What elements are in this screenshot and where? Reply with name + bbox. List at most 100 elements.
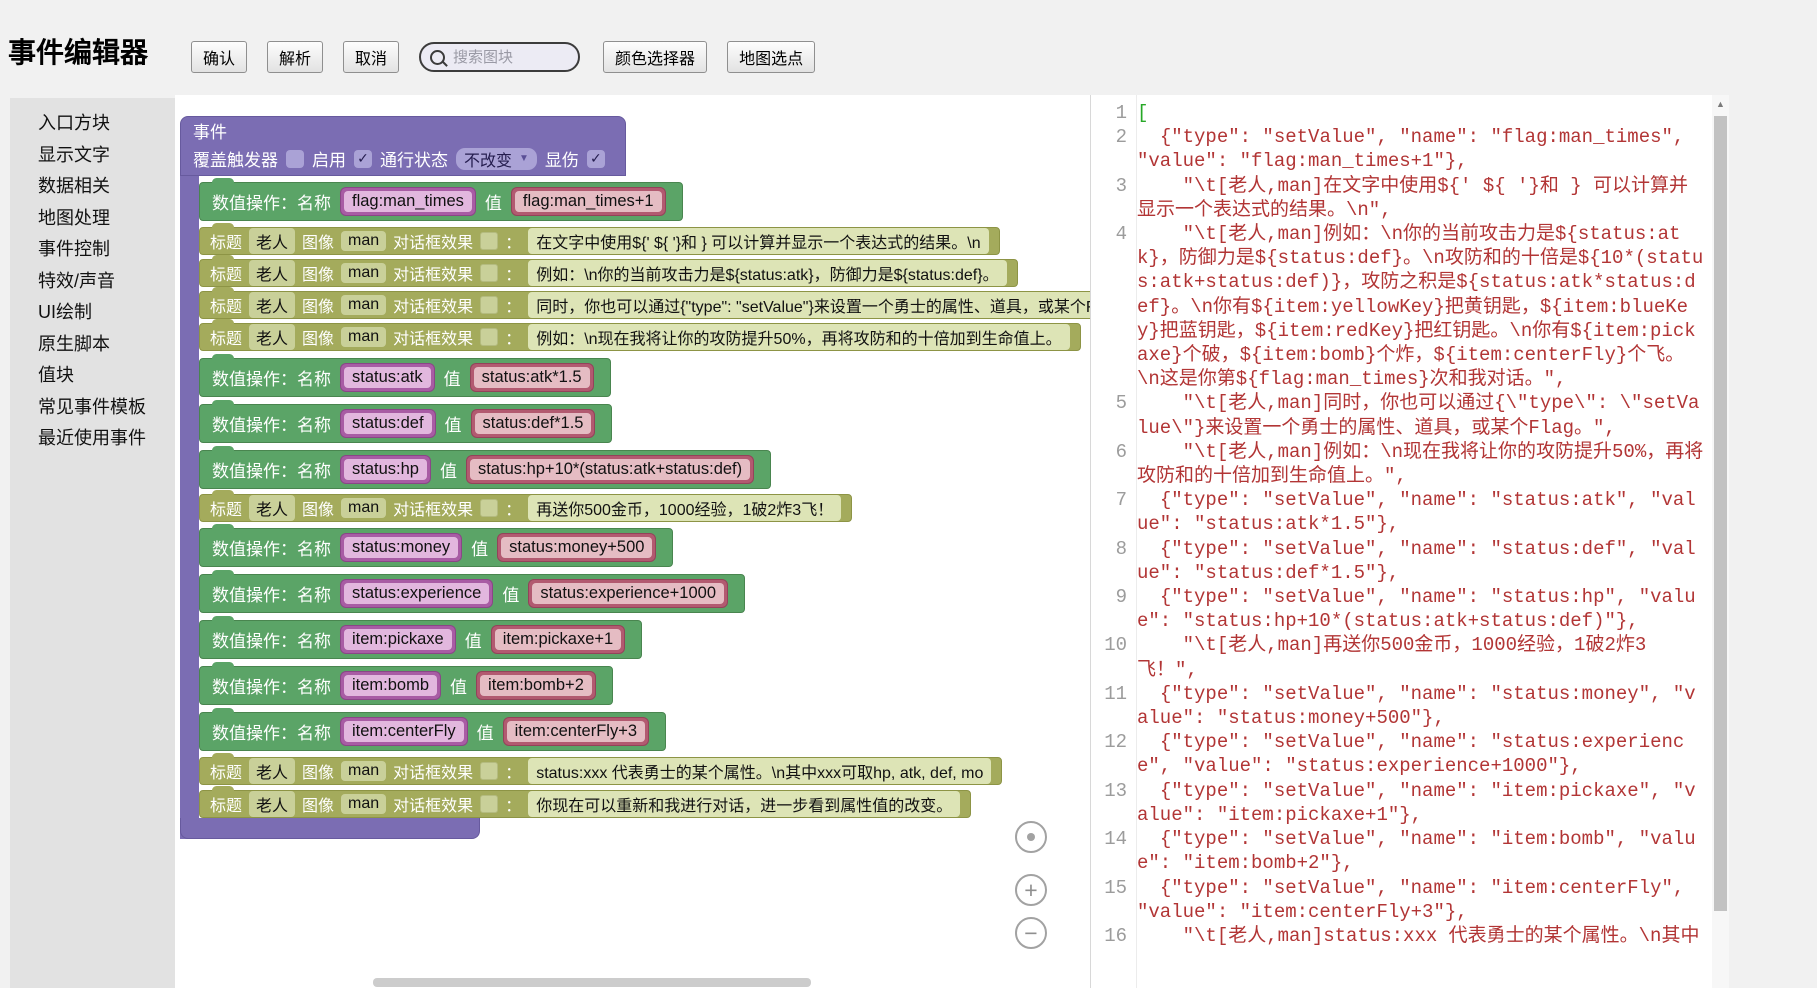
title-field[interactable]: 老人 xyxy=(249,260,295,286)
value-expr-block[interactable]: status:atk*1.5 xyxy=(470,363,594,392)
setvalue-block[interactable]: 数值操作：名称 status:hp 值 status:hp+10*(status… xyxy=(199,450,771,489)
image-field[interactable]: man xyxy=(341,498,386,518)
sidebar-item-recent-events[interactable]: 最近使用事件 xyxy=(10,423,175,455)
code-line: 10 "\t[老人,man]再送你500金币，1000经验，1破2炸3飞！", xyxy=(1091,633,1712,681)
title-field[interactable]: 老人 xyxy=(249,791,295,817)
pass-state-dropdown[interactable]: 不改变 ▼ xyxy=(456,148,537,170)
title-field[interactable]: 老人 xyxy=(249,228,295,254)
name-value-block[interactable]: item:centerFly xyxy=(340,717,468,746)
sidebar-item-show-text[interactable]: 显示文字 xyxy=(10,140,175,172)
name-value-block[interactable]: item:pickaxe xyxy=(340,625,456,654)
image-field[interactable]: man xyxy=(341,263,386,283)
sidebar-item-entry-blocks[interactable]: 入口方块 xyxy=(10,108,175,140)
sidebar-item-data[interactable]: 数据相关 xyxy=(10,171,175,203)
title-field[interactable]: 老人 xyxy=(249,324,295,350)
name-value-block[interactable]: status:experience xyxy=(340,579,493,608)
sidebar-item-map[interactable]: 地图处理 xyxy=(10,203,175,235)
dialog-effect-checkbox[interactable] xyxy=(480,762,498,780)
setvalue-block[interactable]: 数值操作：名称 item:pickaxe 值 item:pickaxe+1 xyxy=(199,620,642,659)
text-field[interactable]: 你现在可以重新和我进行对话，进一步看到属性值的改变。 xyxy=(528,791,960,817)
text-field[interactable]: status:xxx 代表勇士的某个属性。\n其中xxx可取hp, atk, d… xyxy=(528,758,991,784)
enable-checkbox[interactable]: ✓ xyxy=(354,150,372,168)
text-block[interactable]: 标题 老人 图像 man 对话框效果 ： 同时，你也可以通过{"type": "… xyxy=(199,291,1090,319)
map-pick-button[interactable]: 地图选点 xyxy=(727,41,815,73)
setvalue-block[interactable]: 数值操作：名称 item:centerFly 值 item:centerFly+… xyxy=(199,712,666,751)
dialog-effect-checkbox[interactable] xyxy=(480,499,498,517)
name-value-block[interactable]: item:bomb xyxy=(340,671,441,700)
scroll-up-icon[interactable]: ▲ xyxy=(1712,95,1729,113)
code-text: {"type": "setValue", "name": "status:exp… xyxy=(1137,730,1712,778)
sidebar-item-common-templates[interactable]: 常见事件模板 xyxy=(10,392,175,424)
value-expr-block[interactable]: status:experience+1000 xyxy=(528,579,728,608)
value-expr-block[interactable]: status:def*1.5 xyxy=(471,409,596,438)
value-expr-block[interactable]: status:hp+10*(status:atk+status:def) xyxy=(466,455,754,484)
image-field[interactable]: man xyxy=(341,231,386,251)
workspace-horizontal-scrollbar[interactable] xyxy=(373,978,811,987)
title-field[interactable]: 老人 xyxy=(249,292,295,318)
text-block[interactable]: 标题 老人 图像 man 对话框效果 ： 再送你500金币，1000经验，1破2… xyxy=(199,494,852,522)
value-expr-block[interactable]: item:centerFly+3 xyxy=(503,717,649,746)
text-field[interactable]: 在文字中使用${' ${ '}和 } 可以计算并显示一个表达式的结果。\n xyxy=(528,228,988,254)
value-expr-block[interactable]: status:money+500 xyxy=(497,533,656,562)
damage-display-checkbox[interactable]: ✓ xyxy=(587,150,605,168)
zoom-reset-icon[interactable] xyxy=(1015,821,1047,853)
sidebar-item-fx-sound[interactable]: 特效/声音 xyxy=(10,266,175,298)
search-icon xyxy=(430,50,445,65)
setvalue-block[interactable]: 数值操作：名称 status:money 值 status:money+500 xyxy=(199,528,673,567)
sidebar-item-ui-draw[interactable]: UI绘制 xyxy=(10,297,175,329)
event-block-header[interactable]: 事件 覆盖触发器 启用 ✓ 通行状态 不改变 ▼ 显伤 ✓ xyxy=(180,116,626,176)
setvalue-block[interactable]: 数值操作：名称 item:bomb 值 item:bomb+2 xyxy=(199,666,613,705)
scrollbar-thumb[interactable] xyxy=(1714,116,1727,911)
title-field[interactable]: 老人 xyxy=(249,758,295,784)
sidebar-item-value-blocks[interactable]: 值块 xyxy=(10,360,175,392)
setvalue-block[interactable]: 数值操作：名称 status:atk 值 status:atk*1.5 xyxy=(199,358,611,397)
confirm-button[interactable]: 确认 xyxy=(191,41,247,73)
name-value-block[interactable]: status:money xyxy=(340,533,462,562)
text-block[interactable]: 标题 老人 图像 man 对话框效果 ： status:xxx 代表勇士的某个属… xyxy=(199,757,1002,785)
value-label: 值 xyxy=(445,411,462,436)
text-field[interactable]: 例如：\n你的当前攻击力是${status:atk}，防御力是${status:… xyxy=(528,260,1006,286)
value-expr-block[interactable]: item:bomb+2 xyxy=(476,671,596,700)
name-value-block[interactable]: flag:man_times xyxy=(340,187,476,216)
title-field[interactable]: 老人 xyxy=(249,495,295,521)
cancel-button[interactable]: 取消 xyxy=(343,41,399,73)
dialog-effect-checkbox[interactable] xyxy=(480,264,498,282)
dialog-effect-label: 对话框效果 xyxy=(393,261,473,285)
zoom-in-icon[interactable]: + xyxy=(1015,874,1047,906)
text-field[interactable]: 例如：\n现在我将让你的攻防提升50%，再将攻防和的十倍加到生命值上。 xyxy=(528,324,1069,350)
text-field[interactable]: 再送你500金币，1000经验，1破2炸3飞！ xyxy=(528,495,841,521)
image-field[interactable]: man xyxy=(341,761,386,781)
blockly-workspace[interactable]: 事件 覆盖触发器 启用 ✓ 通行状态 不改变 ▼ 显伤 ✓ 数值操作：名称 fl… xyxy=(175,95,1090,988)
text-block[interactable]: 标题 老人 图像 man 对话框效果 ： 你现在可以重新和我进行对话，进一步看到… xyxy=(199,790,971,818)
dialog-effect-checkbox[interactable] xyxy=(480,232,498,250)
color-picker-button[interactable]: 颜色选择器 xyxy=(603,41,707,73)
dialog-effect-checkbox[interactable] xyxy=(480,328,498,346)
dialog-effect-checkbox[interactable] xyxy=(480,795,498,813)
name-value-block[interactable]: status:atk xyxy=(340,363,435,392)
zoom-out-icon[interactable]: − xyxy=(1015,917,1047,949)
parse-button[interactable]: 解析 xyxy=(267,41,323,73)
text-field[interactable]: 同时，你也可以通过{"type": "setValue"}来设置一个勇士的属性、… xyxy=(528,292,1090,318)
json-code-panel[interactable]: 1[ 2 {"type": "setValue", "name": "flag:… xyxy=(1090,95,1712,988)
text-block[interactable]: 标题 老人 图像 man 对话框效果 ： 例如：\n你的当前攻击力是${stat… xyxy=(199,259,1018,287)
setvalue-block[interactable]: 数值操作：名称 status:def 值 status:def*1.5 xyxy=(199,404,612,443)
text-block[interactable]: 标题 老人 图像 man 对话框效果 ： 在文字中使用${' ${ '}和 } … xyxy=(199,227,1000,255)
code-panel-scrollbar[interactable]: ▲ xyxy=(1712,95,1729,988)
setvalue-block[interactable]: 数值操作：名称 status:experience 值 status:exper… xyxy=(199,574,745,613)
dialog-effect-checkbox[interactable] xyxy=(480,296,498,314)
sidebar-item-event-control[interactable]: 事件控制 xyxy=(10,234,175,266)
search-input[interactable] xyxy=(451,48,555,67)
search-box[interactable] xyxy=(419,42,580,72)
sidebar-item-native-script[interactable]: 原生脚本 xyxy=(10,329,175,361)
image-field[interactable]: man xyxy=(341,295,386,315)
value-expr-block[interactable]: item:pickaxe+1 xyxy=(491,625,626,654)
override-trigger-checkbox[interactable] xyxy=(286,150,304,168)
image-field[interactable]: man xyxy=(341,794,386,814)
text-block[interactable]: 标题 老人 图像 man 对话框效果 ： 例如：\n现在我将让你的攻防提升50%… xyxy=(199,323,1081,351)
setvalue-block[interactable]: 数值操作：名称 flag:man_times 值 flag:man_times+… xyxy=(199,182,683,221)
name-value-block[interactable]: status:def xyxy=(340,409,436,438)
value-expr-block[interactable]: flag:man_times+1 xyxy=(511,187,666,216)
category-sidebar: 入口方块 显示文字 数据相关 地图处理 事件控制 特效/声音 UI绘制 原生脚本… xyxy=(10,98,175,988)
name-value-block[interactable]: status:hp xyxy=(340,455,431,484)
image-field[interactable]: man xyxy=(341,327,386,347)
